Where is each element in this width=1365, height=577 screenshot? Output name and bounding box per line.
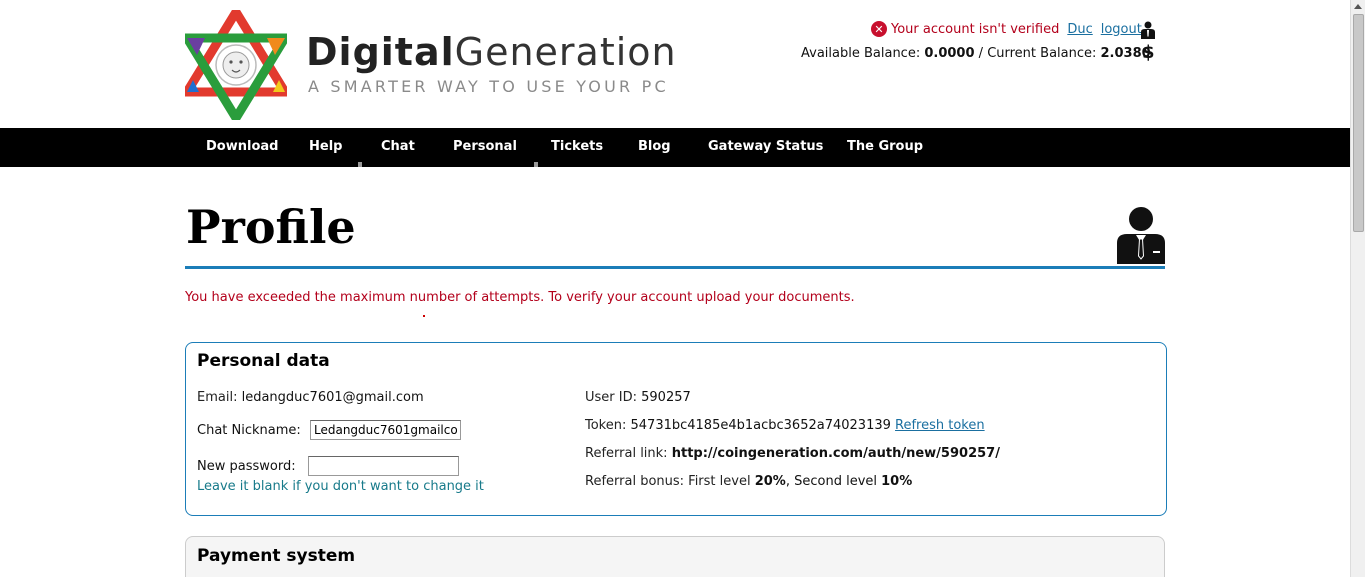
token-row: Token: 54731bc4185e4b1acbc3652a74023139 … bbox=[585, 418, 985, 433]
available-balance-value: 0.0000 bbox=[924, 46, 975, 61]
email-label: Email: bbox=[197, 390, 238, 405]
nav-item-personal-label: Personal bbox=[453, 139, 517, 154]
main-nav: Download Help Chat Personal Tickets Blog… bbox=[0, 128, 1350, 167]
balance-line: Available Balance: 0.0000 / Current Bala… bbox=[801, 46, 1151, 61]
new-password-input[interactable] bbox=[308, 456, 459, 476]
nav-item-gateway-status[interactable]: Gateway Status bbox=[708, 128, 823, 167]
token-label: Token: bbox=[585, 418, 627, 433]
referral-link-value[interactable]: http://coingeneration.com/auth/new/59025… bbox=[672, 446, 1000, 461]
error-x-circle-icon: ✕ bbox=[871, 21, 887, 37]
first-level-value: 20% bbox=[754, 474, 786, 489]
brand-tagline: A SMARTER WAY TO USE YOUR PC bbox=[308, 77, 669, 96]
email-row: Email: ledangduc7601@gmail.com bbox=[197, 390, 424, 405]
current-balance-label: Current Balance: bbox=[987, 46, 1097, 61]
user-id-row: User ID: 590257 bbox=[585, 390, 691, 405]
nav-item-download[interactable]: Download bbox=[206, 128, 278, 167]
second-level-value: 10% bbox=[881, 474, 913, 489]
username-link[interactable]: Duc bbox=[1067, 22, 1092, 37]
user-account-icon[interactable] bbox=[1141, 21, 1155, 39]
second-level-label: , Second level bbox=[785, 474, 877, 489]
payment-system-panel: Payment system bbox=[185, 536, 1165, 577]
referral-bonus-label: Referral bonus: First level bbox=[585, 474, 751, 489]
verification-warning: You have exceeded the maximum number of … bbox=[185, 290, 855, 305]
password-hint: Leave it blank if you don't want to chan… bbox=[197, 479, 484, 494]
available-balance-label: Available Balance: bbox=[801, 46, 921, 61]
token-value: 54731bc4185e4b1acbc3652a74023139 bbox=[630, 418, 891, 433]
payment-system-title: Payment system bbox=[197, 546, 356, 566]
referral-link-label: Referral link: bbox=[585, 446, 668, 461]
user-id-label: User ID: bbox=[585, 390, 637, 405]
logout-link[interactable]: logout bbox=[1101, 22, 1142, 37]
email-value: ledangduc7601@gmail.com bbox=[241, 390, 424, 405]
refresh-token-link[interactable]: Refresh token bbox=[895, 418, 985, 433]
brand-name-rest: Generation bbox=[454, 30, 677, 74]
dollar-icon[interactable]: $ bbox=[1142, 42, 1155, 63]
nav-item-tickets[interactable]: Tickets bbox=[551, 128, 603, 167]
balance-separator: / bbox=[978, 46, 984, 61]
nav-item-help-label: Help bbox=[309, 139, 343, 154]
nav-item-chat[interactable]: Chat bbox=[381, 128, 415, 167]
brand-name-bold: Digital bbox=[306, 30, 455, 74]
submenu-indicator bbox=[533, 162, 538, 167]
submenu-indicator bbox=[358, 162, 363, 167]
nav-item-blog[interactable]: Blog bbox=[638, 128, 671, 167]
account-status-text: Your account isn't verified bbox=[891, 21, 1060, 37]
vertical-scrollbar[interactable] bbox=[1350, 0, 1365, 577]
user-id-value: 590257 bbox=[641, 390, 691, 405]
decorative-dot bbox=[423, 315, 425, 317]
personal-data-title: Personal data bbox=[197, 351, 330, 371]
password-label: New password: bbox=[197, 459, 296, 474]
scroll-up-arrow-icon[interactable] bbox=[1354, 4, 1362, 9]
chat-nickname-input[interactable] bbox=[310, 420, 461, 440]
businessman-icon bbox=[1117, 207, 1165, 264]
scrollbar-thumb[interactable] bbox=[1353, 14, 1364, 232]
brand-name[interactable]: DigitalGeneration bbox=[306, 30, 677, 74]
title-divider bbox=[185, 266, 1165, 269]
nav-item-the-group[interactable]: The Group bbox=[847, 128, 923, 167]
referral-bonus-row: Referral bonus: First level 20%, Second … bbox=[585, 474, 912, 489]
page-title: Profile bbox=[186, 200, 356, 254]
nav-item-help[interactable]: Help bbox=[309, 128, 363, 167]
nickname-label: Chat Nickname: bbox=[197, 423, 301, 438]
referral-link-row: Referral link: http://coingeneration.com… bbox=[585, 446, 1000, 461]
nav-item-personal[interactable]: Personal bbox=[453, 128, 538, 167]
personal-data-panel: Personal data Email: ledangduc7601@gmail… bbox=[185, 342, 1167, 516]
brand-logo[interactable] bbox=[185, 10, 287, 120]
account-status: ✕ Your account isn't verified Duc logout bbox=[871, 21, 1142, 37]
